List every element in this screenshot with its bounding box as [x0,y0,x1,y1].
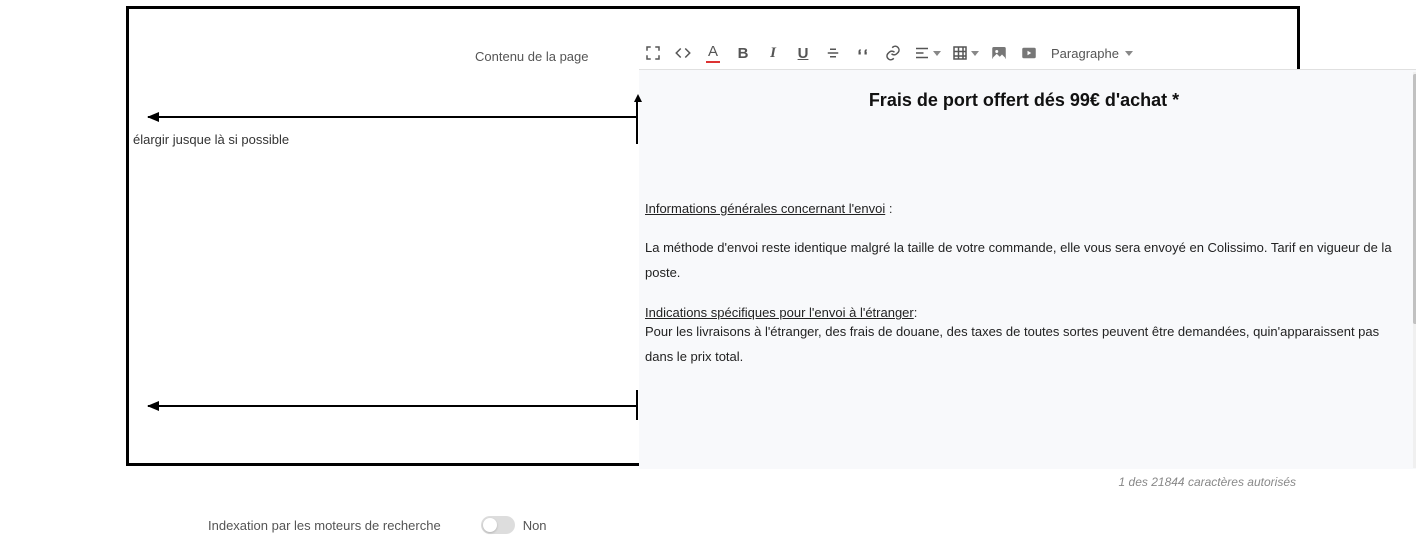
align-icon[interactable] [909,39,945,67]
annotation-text: élargir jusque là si possible [133,132,289,147]
text-color-icon[interactable]: A [699,39,727,67]
content-title: Frais de port offert dés 99€ d'achat * [645,90,1403,111]
annotation-arrow-top [148,116,636,118]
fullscreen-icon[interactable] [639,39,667,67]
annotation-arrow-bottom [148,405,636,407]
paragraph1: La méthode d'envoi reste identique malgr… [645,236,1403,285]
editor-frame: Contenu de la page A B I U [126,6,1300,466]
indexation-toggle[interactable] [481,516,515,534]
toggle-knob [483,518,497,532]
strikethrough-icon[interactable] [819,39,847,67]
field-label: Contenu de la page [475,49,588,64]
annotation-arrow-bottom-bar [636,390,638,420]
annotation-arrow-top-cap [632,92,644,104]
table-icon[interactable] [947,39,983,67]
link-icon[interactable] [879,39,907,67]
video-icon[interactable] [1015,39,1043,67]
image-icon[interactable] [985,39,1013,67]
quote-icon[interactable] [849,39,877,67]
paragraph2: Pour les livraisons à l'étranger, des fr… [645,320,1403,369]
char-counter: 1 des 21844 caractères autorisés [1119,475,1296,489]
paragraph-label: Paragraphe [1051,46,1119,61]
code-icon[interactable] [669,39,697,67]
underline-icon[interactable]: U [789,39,817,67]
paragraph-dropdown[interactable]: Paragraphe [1045,39,1139,67]
annotation-arrow-top-bar [636,98,638,144]
indexation-row: Indexation par les moteurs de recherche … [208,516,547,534]
section2-heading: Indications spécifiques pour l'envoi à l… [645,305,914,320]
section1-heading: Informations générales concernant l'envo… [645,201,885,216]
bold-icon[interactable]: B [729,39,757,67]
editor-area[interactable]: Frais de port offert dés 99€ d'achat * I… [639,69,1416,469]
indexation-label: Indexation par les moteurs de recherche [208,518,441,533]
italic-icon[interactable]: I [759,39,787,67]
indexation-value: Non [523,518,547,533]
editor-toolbar: A B I U Paragraphe [639,39,1139,67]
